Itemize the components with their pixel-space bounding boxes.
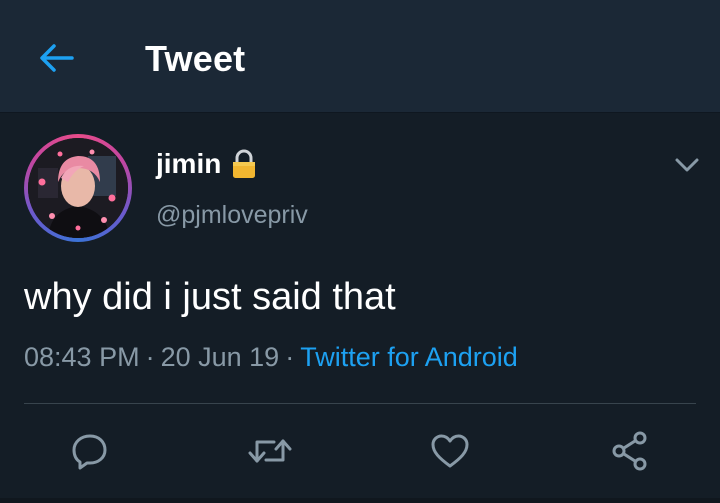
lock-icon	[233, 149, 256, 178]
meta-separator: ·	[285, 342, 295, 372]
meta-separator: ·	[145, 342, 155, 372]
tweet-text: why did i just said that	[24, 276, 396, 318]
avatar-photo	[28, 138, 128, 238]
share-icon	[612, 431, 647, 471]
divider	[24, 403, 696, 404]
share-button[interactable]	[604, 425, 656, 477]
page-title: Tweet	[145, 38, 246, 79]
bottom-border	[0, 498, 720, 503]
user-handle[interactable]: @pjmlovepriv	[156, 201, 308, 230]
display-name: jimin	[156, 148, 222, 179]
reply-button[interactable]	[64, 425, 116, 477]
like-button[interactable]	[424, 425, 476, 477]
author-name-row[interactable]: jimin	[156, 148, 257, 180]
tweet-menu-button[interactable]	[672, 152, 702, 178]
retweet-icon	[248, 439, 292, 463]
heart-icon	[431, 434, 469, 468]
back-button[interactable]	[34, 36, 78, 80]
tweet-meta: 08:43 PM · 20 Jun 19 · Twitter for Android	[24, 342, 518, 373]
reply-icon	[72, 434, 107, 470]
tweet-actions	[0, 425, 720, 481]
retweet-button[interactable]	[244, 425, 296, 477]
tweet-source-link[interactable]: Twitter for Android	[300, 342, 518, 372]
avatar[interactable]	[24, 134, 132, 242]
top-bar: Tweet	[0, 0, 720, 113]
back-arrow-icon	[40, 44, 74, 72]
tweet-date: 20 Jun 19	[160, 342, 280, 372]
chevron-down-icon	[675, 158, 699, 172]
tweet-time: 08:43 PM	[24, 342, 140, 372]
